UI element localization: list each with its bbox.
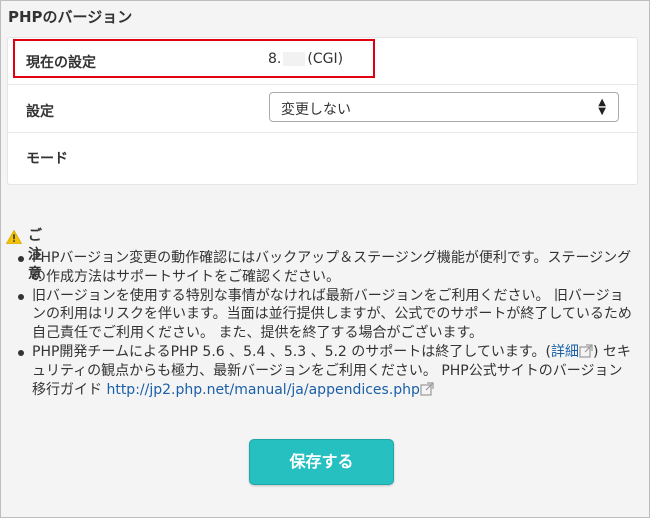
- section-title: PHPのバージョン: [8, 8, 133, 26]
- mode-label: モード: [26, 151, 68, 167]
- details-link[interactable]: 詳細: [551, 344, 593, 360]
- note-item-2: 旧バージョンを使用する特別な事情がなければ最新バージョンをご利用ください。 旧バ…: [6, 287, 636, 343]
- current-setting-row: 現在の設定 8. (CGI): [8, 38, 637, 85]
- current-version-suffix: (CGI): [307, 51, 344, 67]
- php-version-panel: PHPのバージョン 現在の設定 8. (CGI) 設定 変更しない ▲ ▼ モード: [0, 0, 650, 518]
- warning-icon: [6, 230, 22, 244]
- migration-guide-link[interactable]: http://jp2.php.net/manual/ja/appendices.…: [106, 381, 434, 398]
- setting-label: 設定: [26, 104, 54, 120]
- version-select[interactable]: 変更しない ▲ ▼: [269, 92, 619, 122]
- save-button[interactable]: 保存する: [249, 439, 394, 485]
- settings-card: 現在の設定 8. (CGI) 設定 変更しない ▲ ▼ モード: [7, 37, 638, 185]
- current-setting-label: 現在の設定: [26, 55, 96, 71]
- version-select-value: 変更しない: [281, 102, 351, 118]
- note-item-3-text1: PHP開発チームによるPHP 5.6 、5.4 、5.3 、5.2 のサポートは…: [32, 343, 551, 360]
- select-arrows-icon: ▲ ▼: [598, 97, 606, 117]
- external-link-icon: [420, 381, 434, 396]
- mode-row: モード: [8, 132, 637, 182]
- version-mask: [283, 52, 306, 66]
- current-version-prefix: 8.: [268, 51, 282, 67]
- current-version-value: 8. (CGI): [268, 51, 343, 67]
- notes-list: PHPバージョン変更の動作確認にはバックアップ＆ステージング機能が便利です。ステ…: [6, 249, 636, 399]
- external-link-icon: [579, 344, 593, 358]
- note-item-1: PHPバージョン変更の動作確認にはバックアップ＆ステージング機能が便利です。ステ…: [6, 249, 636, 287]
- details-link-label: 詳細: [550, 343, 579, 360]
- setting-row: 設定 変更しない ▲ ▼: [8, 84, 637, 133]
- note-item-3: PHP開発チームによるPHP 5.6 、5.4 、5.3 、5.2 のサポートは…: [6, 343, 636, 399]
- migration-guide-link-label: http://jp2.php.net/manual/ja/appendices.…: [106, 381, 420, 398]
